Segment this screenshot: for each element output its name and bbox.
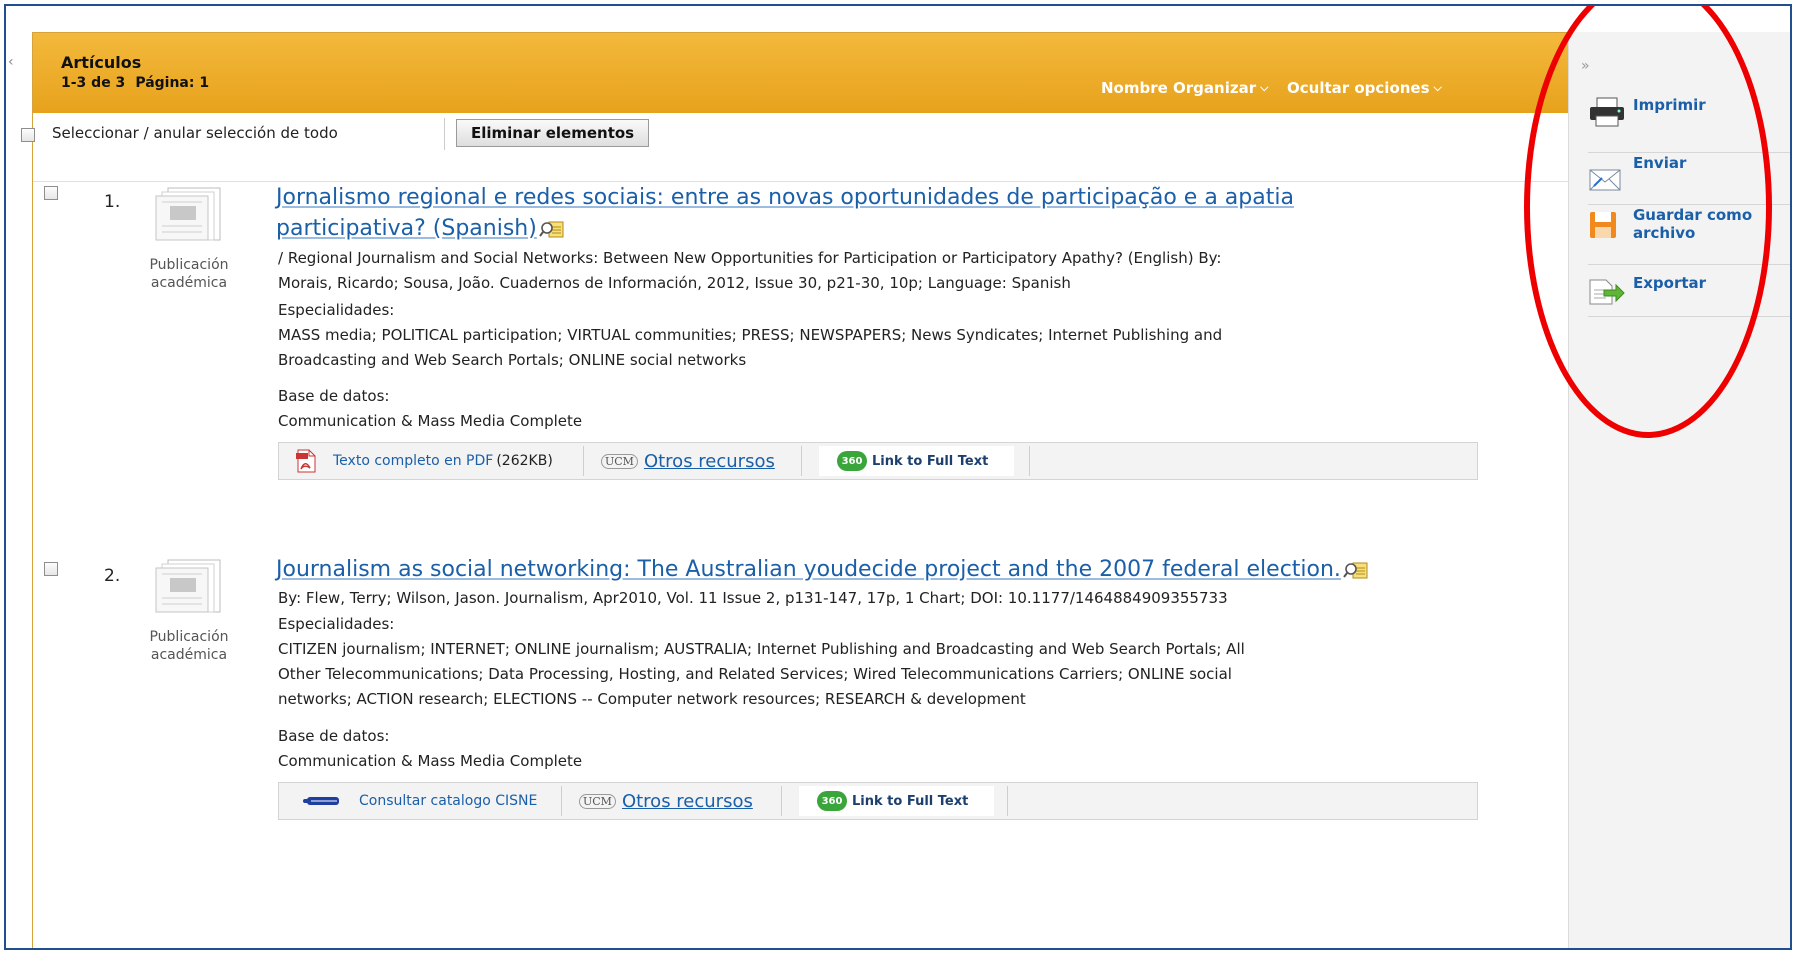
result-subjects: Especialidades: MASS media; POLITICAL pa…	[278, 298, 1483, 373]
tools-sidebar: » Imprimir Enviar Guardar como archivo E…	[1568, 32, 1790, 948]
preview-icon[interactable]	[1343, 560, 1369, 580]
save-label-line: archivo	[1633, 224, 1696, 242]
results-title: Artículos	[61, 53, 142, 72]
export-label[interactable]: Exportar	[1633, 274, 1706, 292]
links-divider	[583, 446, 584, 476]
citation-line: / Regional Journalism and Social Network…	[278, 249, 1222, 267]
result-citation: By: Flew, Terry; Wilson, Jason. Journali…	[278, 586, 1483, 611]
chevron-down-icon: ⌵	[1433, 81, 1442, 94]
360-logo-icon: 360	[817, 791, 847, 811]
options-label: Ocultar opciones	[1287, 79, 1430, 97]
links-divider	[1007, 786, 1008, 816]
chevron-down-icon: ⌵	[1260, 81, 1269, 94]
subjects-line: networks; ACTION research; ELECTIONS -- …	[278, 690, 1026, 708]
subjects-line: Other Telecommunications; Data Processin…	[278, 665, 1232, 683]
print-label[interactable]: Imprimir	[1633, 96, 1706, 114]
links-divider	[561, 786, 562, 816]
publication-type-line: Publicación	[149, 257, 229, 273]
result-links-bar: Texto completo en PDF (262KB) UCM Otros …	[278, 442, 1478, 480]
result-database: Base de datos: Communication & Mass Medi…	[278, 724, 1483, 774]
result-number: 1.	[104, 192, 121, 212]
save-as-file-tool[interactable]: Guardar como archivo	[1588, 206, 1790, 265]
export-tool[interactable]: Exportar	[1588, 266, 1790, 317]
results-header: Artículos 1-3 de 3 Página: 1 Nombre Organ…	[33, 33, 1568, 113]
printer-icon	[1590, 97, 1624, 127]
pdf-link-label[interactable]: Texto completo en PDF	[333, 453, 493, 469]
database-label: Base de datos:	[278, 387, 390, 405]
other-resources-label[interactable]: Otros recursos	[644, 451, 775, 472]
options-toggle[interactable]: Ocultar opciones ⌵	[1287, 79, 1442, 97]
save-label-line: Guardar como	[1633, 206, 1753, 224]
save-label[interactable]: Guardar como archivo	[1633, 206, 1752, 242]
pdf-icon	[296, 449, 316, 473]
link-to-full-text-button[interactable]: 360 Link to Full Text	[819, 446, 1014, 476]
select-all-label[interactable]: Seleccionar / anular selección de todo	[52, 124, 338, 142]
preview-icon[interactable]	[539, 219, 565, 239]
subjects-line: CITIZEN journalism; INTERNET; ONLINE jou…	[278, 640, 1245, 658]
360-logo-icon: 360	[837, 451, 867, 471]
citation-line: By: Flew, Terry; Wilson, Jason. Journali…	[278, 589, 1228, 607]
result-citation: / Regional Journalism and Social Network…	[278, 246, 1483, 296]
result-title-line[interactable]: participativa? (Spanish)	[276, 216, 537, 241]
subjects-label: Especialidades:	[278, 615, 395, 633]
collapse-right-icon[interactable]: »	[1581, 58, 1590, 74]
subjects-line: MASS media; POLITICAL participation; VIR…	[278, 326, 1223, 344]
document-icon[interactable]	[154, 558, 224, 614]
links-divider	[801, 446, 802, 476]
publication-type-line: Publicación	[149, 629, 229, 645]
sort-label: Nombre Organizar	[1101, 79, 1257, 97]
email-tool[interactable]: Enviar	[1588, 154, 1790, 205]
sort-dropdown[interactable]: Nombre Organizar ⌵	[1101, 79, 1268, 97]
publication-type-line: académica	[150, 647, 228, 663]
database-name: Communication & Mass Media Complete	[278, 412, 583, 430]
link-to-full-text-label: Link to Full Text	[872, 453, 989, 469]
other-resources-link[interactable]: UCM Otros recursos	[601, 443, 775, 479]
catalog-link[interactable]: Consultar catalogo CISNE	[303, 783, 537, 819]
other-resources-label[interactable]: Otros recursos	[622, 791, 753, 812]
email-icon	[1589, 169, 1621, 191]
result-database: Base de datos: Communication & Mass Medi…	[278, 384, 1483, 434]
result-number: 2.	[104, 566, 121, 586]
link-to-full-text-label: Link to Full Text	[852, 793, 969, 809]
results-range: 1-3 de 3 Página: 1	[61, 75, 219, 91]
delete-items-button[interactable]: Eliminar elementos	[456, 119, 650, 147]
select-all-checkbox[interactable]	[21, 128, 35, 142]
page-number: Página: 1	[135, 75, 210, 91]
result-checkbox[interactable]	[44, 562, 58, 576]
subjects-line: Broadcasting and Web Search Portals; ONL…	[278, 351, 747, 369]
print-tool[interactable]: Imprimir	[1588, 92, 1790, 153]
browser-frame: ‹ Artículos 1-3 de 3 Página: 1 Nombre Org…	[4, 4, 1792, 950]
database-label: Base de datos:	[278, 727, 390, 745]
link-to-full-text-button[interactable]: 360 Link to Full Text	[799, 786, 994, 816]
pdf-full-text-link[interactable]: Texto completo en PDF (262KB)	[295, 443, 553, 479]
ucm-logo-icon: UCM	[579, 793, 616, 809]
result-title[interactable]: Jornalismo regional e redes sociais: ent…	[276, 182, 1476, 244]
document-icon[interactable]	[154, 186, 224, 242]
publication-type: Publicación académica	[124, 628, 254, 664]
catalog-icon	[303, 797, 339, 805]
collapse-left-icon[interactable]: ‹	[8, 54, 14, 70]
pdf-size: (262KB)	[496, 453, 553, 469]
ucm-logo-icon: UCM	[601, 453, 638, 469]
export-icon	[1589, 279, 1625, 305]
result-checkbox[interactable]	[44, 186, 58, 200]
email-label[interactable]: Enviar	[1633, 154, 1686, 172]
result-subjects: Especialidades: CITIZEN journalism; INTE…	[278, 612, 1483, 712]
result-title[interactable]: Journalism as social networking: The Aus…	[276, 554, 1516, 585]
links-divider	[781, 786, 782, 816]
subjects-label: Especialidades:	[278, 301, 395, 319]
toolbar-divider	[444, 118, 445, 150]
result-links-bar: Consultar catalogo CISNE UCM Otros recur…	[278, 782, 1478, 820]
save-icon	[1590, 212, 1616, 238]
database-name: Communication & Mass Media Complete	[278, 752, 583, 770]
other-resources-link[interactable]: UCM Otros recursos	[579, 783, 753, 819]
citation-line: Morais, Ricardo; Sousa, João. Cuadernos …	[278, 274, 1071, 292]
result-title-line[interactable]: Journalism as social networking: The Aus…	[276, 557, 1341, 582]
results-count: 1-3 de 3	[61, 75, 126, 91]
links-divider	[1029, 446, 1030, 476]
publication-type-line: académica	[150, 275, 228, 291]
catalog-link-label[interactable]: Consultar catalogo CISNE	[359, 793, 537, 809]
result-title-line[interactable]: Jornalismo regional e redes sociais: ent…	[276, 185, 1294, 210]
publication-type: Publicación académica	[124, 256, 254, 292]
